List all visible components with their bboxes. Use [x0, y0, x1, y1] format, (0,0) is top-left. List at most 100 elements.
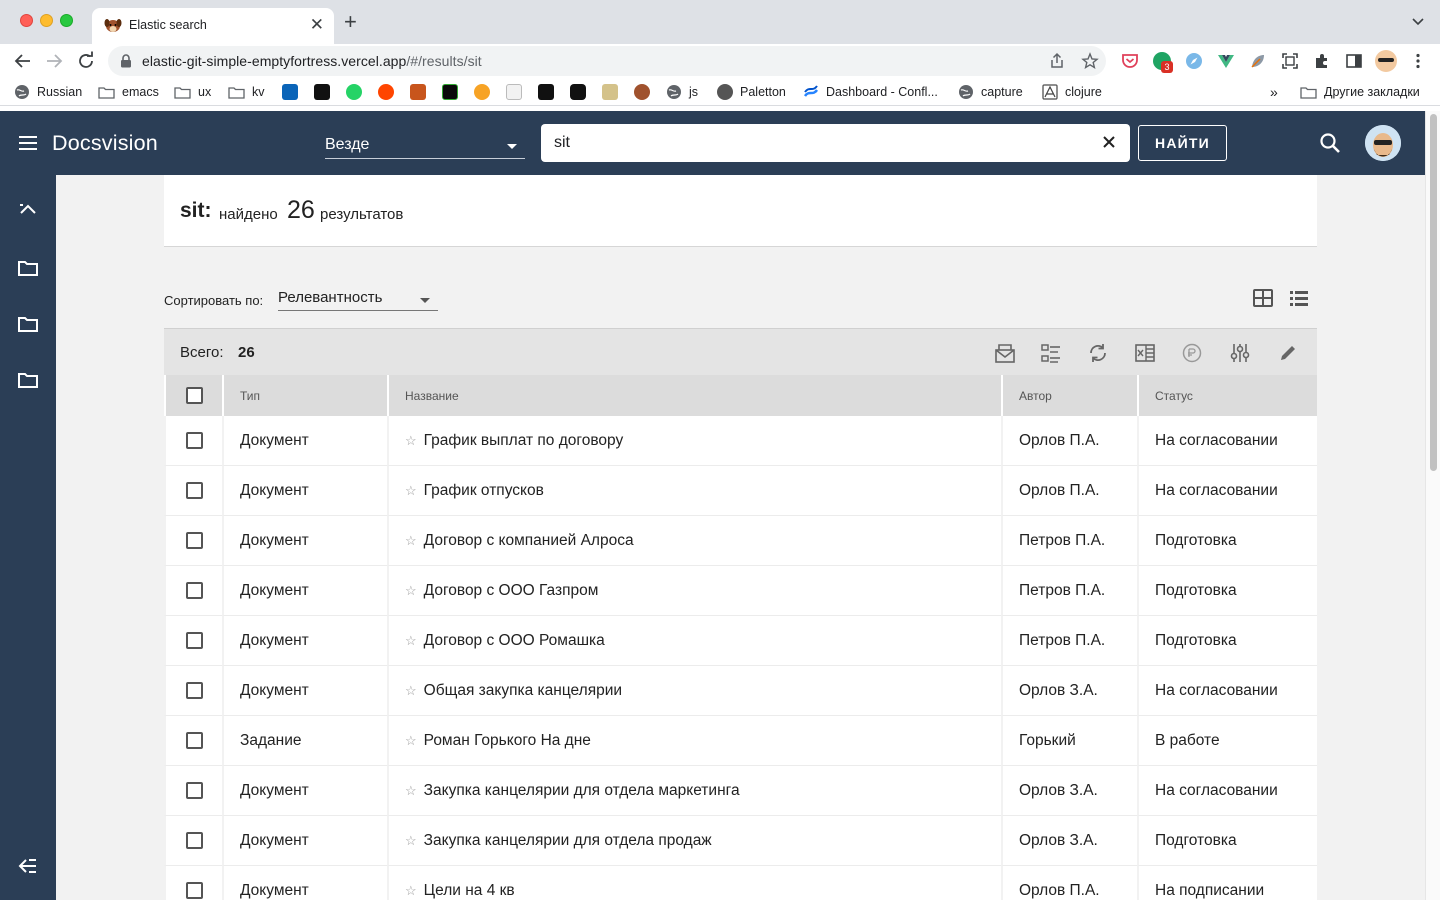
row-checkbox[interactable] — [186, 482, 203, 499]
favorite-star-icon[interactable]: ☆ — [405, 783, 417, 799]
bookmark-folder-emacs[interactable]: emacs — [98, 84, 159, 100]
find-button[interactable]: НАЙТИ — [1138, 125, 1227, 161]
select-all-checkbox[interactable] — [186, 387, 203, 404]
window-minimize-button[interactable] — [40, 14, 53, 27]
bookmark-orange-app[interactable] — [410, 84, 433, 100]
cell-name[interactable]: ☆ Роман Горького На дне — [387, 716, 1001, 766]
table-row[interactable]: Документ ☆ Закупка канцелярии для отдела … — [164, 766, 1317, 816]
screenshot-extension-icon[interactable] — [1281, 52, 1299, 70]
row-checkbox[interactable] — [186, 582, 203, 599]
document-title[interactable]: График отпусков — [424, 482, 544, 499]
folder-icon[interactable] — [17, 313, 39, 335]
folder-icon[interactable] — [17, 257, 39, 279]
favorite-star-icon[interactable]: ☆ — [405, 833, 417, 849]
search-icon[interactable] — [1319, 132, 1341, 154]
address-bar[interactable]: elastic-git-simple-emptyfortress.vercel.… — [108, 46, 1106, 76]
column-header-author[interactable]: Автор — [1001, 375, 1137, 416]
bookmark-dots[interactable] — [570, 84, 593, 100]
folder-icon[interactable] — [17, 369, 39, 391]
cell-name[interactable]: ☆ Договор с ООО Газпром — [387, 566, 1001, 616]
favorite-star-icon[interactable]: ☆ — [405, 683, 417, 699]
sliders-settings-icon[interactable] — [1229, 342, 1251, 364]
cell-name[interactable]: ☆ Цели на 4 кв — [387, 866, 1001, 900]
leaf-extension-icon[interactable] — [1249, 52, 1267, 70]
bookmark-capture[interactable]: capture — [958, 84, 1023, 100]
bookmark-star-icon[interactable] — [1081, 52, 1099, 70]
table-row[interactable]: Документ ☆ Договор с компанией Алроса Пет… — [164, 516, 1317, 566]
page-scrollbar[interactable] — [1425, 111, 1440, 900]
row-checkbox[interactable] — [186, 632, 203, 649]
window-zoom-button[interactable] — [60, 14, 73, 27]
bookmark-outlook[interactable] — [282, 84, 305, 100]
table-row[interactable]: Документ ☆ Договор с ООО Ромашка Петров П… — [164, 616, 1317, 666]
browser-tab-active[interactable]: Elastic search ✕ — [92, 8, 334, 44]
document-title[interactable]: График выплат по договору — [424, 432, 624, 449]
cell-name[interactable]: ☆ Закупка канцелярии для отдела продаж — [387, 816, 1001, 866]
table-row[interactable]: Документ ☆ Цели на 4 кв Орлов П.А. На под… — [164, 866, 1317, 900]
pocket-icon[interactable] — [1121, 52, 1139, 70]
scrollbar-thumb[interactable] — [1430, 114, 1437, 471]
document-title[interactable]: Общая закупка канцелярии — [424, 682, 622, 699]
bookmark-strip[interactable] — [602, 84, 625, 100]
app-brand[interactable]: Docsvision — [52, 131, 158, 156]
bookmark-folder-other[interactable]: Другие закладки — [1300, 84, 1420, 100]
favorite-star-icon[interactable]: ☆ — [405, 733, 417, 749]
row-checkbox[interactable] — [186, 532, 203, 549]
search-scope-select[interactable]: Везде — [325, 133, 525, 159]
bookmark-reddit[interactable] — [378, 84, 401, 100]
bookmark-yc[interactable] — [506, 84, 529, 100]
cell-name[interactable]: ☆ Общая закупка канцелярии — [387, 666, 1001, 716]
bookmark-terminal[interactable] — [442, 84, 465, 100]
favorite-star-icon[interactable]: ☆ — [405, 883, 417, 899]
mail-envelope-icon[interactable] — [994, 342, 1016, 364]
new-tab-icon[interactable]: + — [344, 11, 357, 33]
column-header-name[interactable]: Название — [387, 375, 1001, 416]
back-arrow-icon[interactable] — [12, 50, 34, 72]
document-title[interactable]: Роман Горького На дне — [424, 732, 591, 749]
bookmark-dog[interactable] — [634, 84, 657, 100]
table-row[interactable]: Документ ☆ График выплат по договору Орло… — [164, 416, 1317, 466]
row-checkbox[interactable] — [186, 882, 203, 899]
table-row[interactable]: Документ ☆ Общая закупка канцелярии Орлов… — [164, 666, 1317, 716]
window-close-button[interactable] — [20, 14, 33, 27]
document-title[interactable]: Договор с ООО Ромашка — [424, 632, 605, 649]
cell-name[interactable]: ☆ Договор с компанией Алроса — [387, 516, 1001, 566]
favorite-star-icon[interactable]: ☆ — [405, 583, 417, 599]
collapse-up-icon[interactable] — [17, 199, 39, 221]
currency-icon[interactable] — [1181, 342, 1203, 364]
profile-avatar[interactable] — [1375, 50, 1397, 72]
excel-export-icon[interactable] — [1134, 342, 1156, 364]
table-row[interactable]: Документ ☆ График отпусков Орлов П.А. На … — [164, 466, 1317, 516]
menu-hamburger-icon[interactable] — [19, 136, 37, 150]
document-title[interactable]: Договор с компанией Алроса — [424, 532, 634, 549]
cell-name[interactable]: ☆ График выплат по договору — [387, 416, 1001, 466]
bookmark-js[interactable]: js — [666, 84, 698, 100]
row-checkbox[interactable] — [186, 832, 203, 849]
sort-select[interactable]: Релевантность — [278, 287, 438, 311]
row-checkbox[interactable] — [186, 732, 203, 749]
checklist-icon[interactable] — [1040, 342, 1062, 364]
side-panel-icon[interactable] — [1345, 52, 1363, 70]
grid-view-icon[interactable] — [1253, 289, 1273, 307]
table-row[interactable]: Задание ☆ Роман Горького На дне Горький В… — [164, 716, 1317, 766]
clear-icon[interactable] — [1102, 135, 1116, 149]
bookmark-whatsapp[interactable] — [346, 84, 369, 100]
user-avatar[interactable] — [1365, 125, 1401, 161]
bookmark-paletton[interactable]: Paletton — [717, 84, 786, 100]
bookmark-folder-ux[interactable]: ux — [174, 84, 211, 100]
list-view-icon[interactable] — [1289, 289, 1309, 307]
extensions-puzzle-icon[interactable] — [1313, 52, 1331, 70]
compass-extension-icon[interactable] — [1185, 52, 1203, 70]
chrome-menu-icon[interactable] — [1409, 52, 1427, 70]
column-header-status[interactable]: Статус — [1137, 375, 1317, 416]
favorite-star-icon[interactable]: ☆ — [405, 483, 417, 499]
bookmark-clojure[interactable]: clojure — [1042, 84, 1102, 100]
collapse-sidebar-icon[interactable] — [17, 855, 39, 877]
bookmark-confluence[interactable]: Dashboard - Confl... — [803, 84, 938, 100]
share-icon[interactable] — [1048, 52, 1066, 70]
row-checkbox[interactable] — [186, 682, 203, 699]
forward-arrow-icon[interactable] — [43, 50, 65, 72]
reload-icon[interactable] — [75, 50, 97, 72]
bookmarks-overflow-button[interactable]: » — [1270, 84, 1278, 100]
row-checkbox[interactable] — [186, 432, 203, 449]
